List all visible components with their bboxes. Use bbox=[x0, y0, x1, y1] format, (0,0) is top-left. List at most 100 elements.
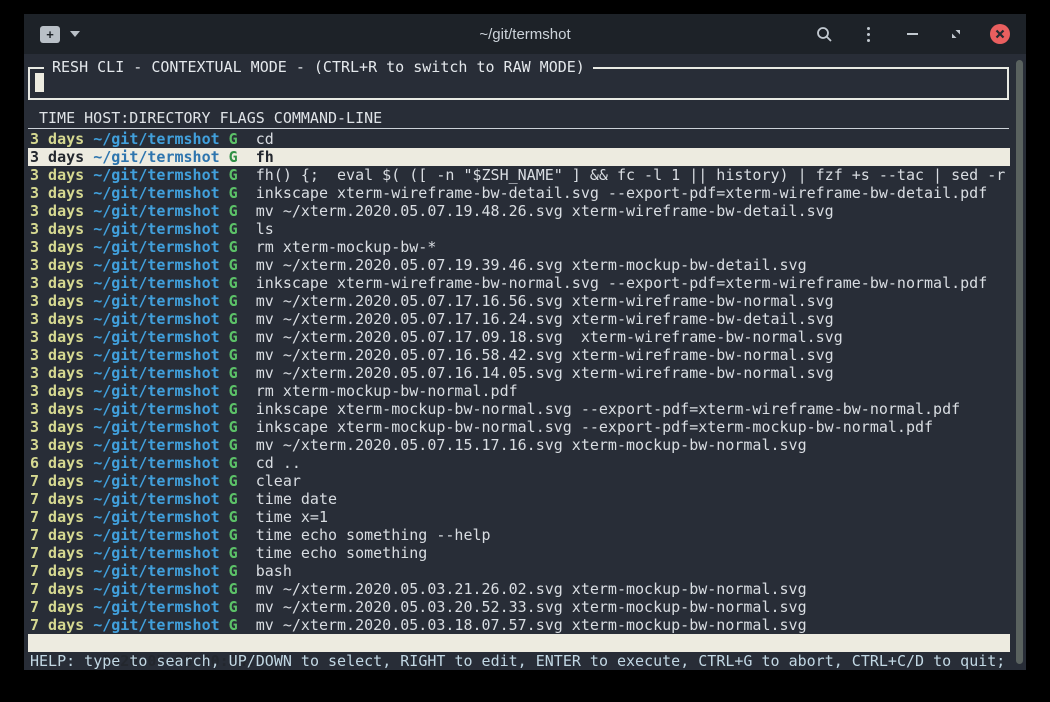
row-command: rm xterm-mockup-bw-normal.pdf bbox=[256, 382, 518, 400]
row-flags: G bbox=[229, 346, 238, 364]
history-row[interactable]: 3 days~/git/termshotGmv ~/xterm.2020.05.… bbox=[28, 292, 1010, 310]
row-host-directory: ~/git/termshot bbox=[93, 238, 219, 256]
minimize-icon bbox=[907, 33, 918, 35]
row-command: mv ~/xterm.2020.05.03.20.52.33.svg xterm… bbox=[256, 598, 807, 616]
row-host-directory: ~/git/termshot bbox=[93, 436, 219, 454]
row-host-directory: ~/git/termshot bbox=[93, 382, 219, 400]
history-row[interactable]: 3 days~/git/termshotGcd bbox=[28, 130, 1010, 148]
history-row[interactable]: 3 days~/git/termshotGinkscape xterm-mock… bbox=[28, 418, 1010, 436]
row-flags: G bbox=[229, 472, 238, 490]
row-flags: G bbox=[229, 184, 238, 202]
row-command: mv ~/xterm.2020.05.07.16.14.05.svg xterm… bbox=[256, 364, 834, 382]
row-time: 3 days bbox=[30, 382, 84, 400]
row-host-directory: ~/git/termshot bbox=[93, 220, 219, 238]
history-row[interactable]: 7 days~/git/termshotGtime x=1 bbox=[28, 508, 1010, 526]
history-row[interactable]: 7 days~/git/termshotGtime date bbox=[28, 490, 1010, 508]
history-row[interactable]: 3 days~/git/termshotGinkscape xterm-wire… bbox=[28, 274, 1010, 292]
row-command: bash bbox=[256, 562, 292, 580]
row-time: 3 days bbox=[30, 256, 84, 274]
row-flags: G bbox=[229, 130, 238, 148]
row-time: 7 days bbox=[30, 526, 84, 544]
row-host-directory: ~/git/termshot bbox=[93, 346, 219, 364]
row-host-directory: ~/git/termshot bbox=[93, 418, 219, 436]
history-row[interactable]: 3 days~/git/termshotGrm xterm-mockup-bw-… bbox=[28, 238, 1010, 256]
history-row[interactable]: 7 days~/git/termshotGbash bbox=[28, 562, 1010, 580]
row-time: 7 days bbox=[30, 598, 84, 616]
help-bar: HELP: type to search, UP/DOWN to select,… bbox=[30, 652, 1026, 670]
row-command: mv ~/xterm.2020.05.03.21.26.02.svg xterm… bbox=[256, 580, 807, 598]
chevron-down-icon[interactable] bbox=[70, 31, 80, 37]
row-host-directory: ~/git/termshot bbox=[93, 310, 219, 328]
history-row[interactable]: 7 days~/git/termshotGmv ~/xterm.2020.05.… bbox=[28, 616, 1010, 634]
restore-button[interactable] bbox=[946, 24, 966, 44]
history-row[interactable]: 3 days~/git/termshotGinkscape xterm-wire… bbox=[28, 184, 1010, 202]
selected-entry-status-bar: 2020-05-08 00:34:56 tower:~/git/termshot… bbox=[28, 634, 1010, 652]
terminal-window: + ~/git/termshot bbox=[24, 14, 1026, 670]
history-row[interactable]: 3 days~/git/termshotGls bbox=[28, 220, 1010, 238]
history-row[interactable]: 3 days~/git/termshotGmv ~/xterm.2020.05.… bbox=[28, 256, 1010, 274]
titlebar: + ~/git/termshot bbox=[24, 14, 1026, 54]
text-cursor bbox=[35, 73, 44, 92]
row-flags: G bbox=[229, 202, 238, 220]
row-time: 7 days bbox=[30, 580, 84, 598]
search-button[interactable] bbox=[814, 24, 834, 44]
terminal-content: RESH CLI - CONTEXTUAL MODE - (CTRL+R to … bbox=[24, 54, 1026, 670]
row-command: mv ~/xterm.2020.05.07.19.39.46.svg xterm… bbox=[256, 256, 807, 274]
row-command: time x=1 bbox=[256, 508, 328, 526]
row-host-directory: ~/git/termshot bbox=[93, 328, 219, 346]
history-rows: 3 days~/git/termshotGcd3 days~/git/terms… bbox=[28, 130, 1010, 634]
row-command: inkscape xterm-wireframe-bw-detail.svg -… bbox=[256, 184, 988, 202]
history-row[interactable]: 3 days~/git/termshotGinkscape xterm-mock… bbox=[28, 400, 1010, 418]
row-time: 3 days bbox=[30, 328, 84, 346]
row-command: mv ~/xterm.2020.05.07.19.48.26.svg xterm… bbox=[256, 202, 834, 220]
row-flags: G bbox=[229, 220, 238, 238]
history-row[interactable]: 7 days~/git/termshotGclear bbox=[28, 472, 1010, 490]
row-host-directory: ~/git/termshot bbox=[93, 130, 219, 148]
row-command: time date bbox=[256, 490, 337, 508]
row-host-directory: ~/git/termshot bbox=[93, 202, 219, 220]
row-flags: G bbox=[229, 148, 238, 166]
row-command: ls bbox=[256, 220, 274, 238]
menu-button[interactable] bbox=[858, 24, 878, 44]
row-flags: G bbox=[229, 526, 238, 544]
row-flags: G bbox=[229, 292, 238, 310]
row-command: mv ~/xterm.2020.05.07.16.58.42.svg xterm… bbox=[256, 346, 834, 364]
row-command: inkscape xterm-mockup-bw-normal.svg --ex… bbox=[256, 400, 960, 418]
row-flags: G bbox=[229, 436, 238, 454]
scrollbar-thumb[interactable] bbox=[1016, 60, 1023, 664]
row-host-directory: ~/git/termshot bbox=[93, 400, 219, 418]
history-row[interactable]: 3 days~/git/termshotGmv ~/xterm.2020.05.… bbox=[28, 436, 1010, 454]
row-time: 7 days bbox=[30, 616, 84, 634]
history-row[interactable]: 3 days~/git/termshotGmv ~/xterm.2020.05.… bbox=[28, 364, 1010, 382]
row-time: 3 days bbox=[30, 130, 84, 148]
row-command: mv ~/xterm.2020.05.07.17.09.18.svg xterm… bbox=[256, 328, 843, 346]
row-command: fh bbox=[256, 148, 274, 166]
row-host-directory: ~/git/termshot bbox=[93, 580, 219, 598]
row-command: fh() {; eval $( ([ -n "$ZSH_NAME" ] && f… bbox=[256, 166, 1006, 184]
history-row[interactable]: 3 days~/git/termshotGmv ~/xterm.2020.05.… bbox=[28, 328, 1010, 346]
history-row[interactable]: 3 days~/git/termshotGmv ~/xterm.2020.05.… bbox=[28, 202, 1010, 220]
row-time: 3 days bbox=[30, 346, 84, 364]
history-row[interactable]: 7 days~/git/termshotGtime echo something… bbox=[28, 526, 1010, 544]
row-time: 3 days bbox=[30, 166, 84, 184]
history-row[interactable]: 7 days~/git/termshotGmv ~/xterm.2020.05.… bbox=[28, 598, 1010, 616]
row-command: rm xterm-mockup-bw-* bbox=[256, 238, 437, 256]
row-command: time echo something bbox=[256, 544, 428, 562]
history-row[interactable]: 7 days~/git/termshotGtime echo something bbox=[28, 544, 1010, 562]
history-row[interactable]: 3 days~/git/termshotGrm xterm-mockup-bw-… bbox=[28, 382, 1010, 400]
row-host-directory: ~/git/termshot bbox=[93, 562, 219, 580]
history-row[interactable]: 3 days ~/git/termshot Gmv ~/xterm.2020.05.… bbox=[28, 346, 1010, 364]
row-host-directory: ~/git/termshot bbox=[93, 526, 219, 544]
history-row[interactable]: 3 days~/git/termshotGmv ~/xterm.2020.05.… bbox=[28, 310, 1010, 328]
search-query-box[interactable]: RESH CLI - CONTEXTUAL MODE - (CTRL+R to … bbox=[28, 67, 1009, 100]
row-flags: G bbox=[229, 490, 238, 508]
history-row[interactable]: 6 days~/git/termshotGcd .. bbox=[28, 454, 1010, 472]
new-tab-button[interactable]: + bbox=[40, 26, 60, 43]
history-row-selected[interactable]: 3 days~/git/termshotGfh bbox=[28, 148, 1010, 166]
row-time: 3 days bbox=[30, 148, 84, 166]
history-row[interactable]: 3 days~/git/termshotGfh() {; eval $( ([ … bbox=[28, 166, 1010, 184]
minimize-button[interactable] bbox=[902, 24, 922, 44]
close-button[interactable] bbox=[990, 24, 1010, 44]
history-row[interactable]: 7 days~/git/termshotGmv ~/xterm.2020.05.… bbox=[28, 580, 1010, 598]
row-host-directory: ~/git/termshot bbox=[93, 472, 219, 490]
